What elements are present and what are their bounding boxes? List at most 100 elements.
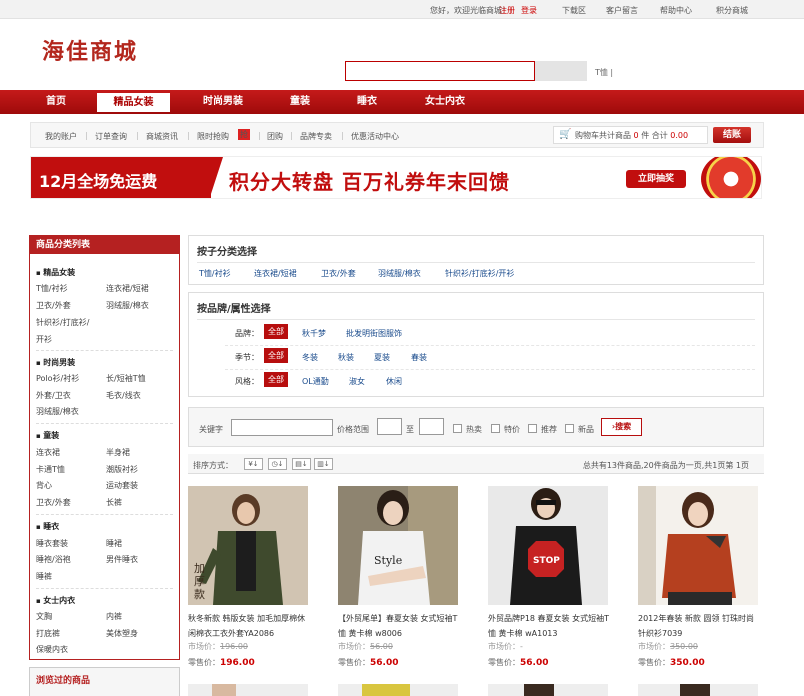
news-link[interactable]: 商城资讯: [146, 131, 178, 142]
season-option[interactable]: 夏装: [374, 352, 390, 363]
price-max-input[interactable]: [419, 418, 444, 435]
subcategory-link[interactable]: 连衣裙/短裙: [254, 268, 297, 279]
checkout-button[interactable]: 结账: [713, 127, 751, 143]
filter-search-button[interactable]: ›搜索: [601, 418, 642, 436]
points-mall-link[interactable]: 积分商城: [716, 5, 748, 16]
nav-kids[interactable]: 童装: [276, 90, 324, 114]
nav-women[interactable]: 精品女装: [97, 93, 170, 112]
category-link[interactable]: 背心: [36, 480, 52, 491]
subcategory-link[interactable]: 卫衣/外套: [321, 268, 356, 279]
sort-by-popular-icon[interactable]: ▥↓: [314, 458, 333, 470]
category-link[interactable]: 针织衫/打底衫/: [36, 317, 89, 328]
product-image[interactable]: Style: [338, 486, 458, 605]
product-image[interactable]: [488, 684, 608, 696]
site-logo[interactable]: 海佳商城: [42, 34, 138, 66]
help-link[interactable]: 帮助中心: [660, 5, 692, 16]
subcategory-link[interactable]: 针织衫/打底衫/开衫: [445, 268, 514, 279]
promo-banner[interactable]: 12月全场免运费 积分大转盘 百万礼券年末回馈 立即抽奖: [30, 156, 762, 199]
category-link[interactable]: 睡裙: [106, 538, 122, 549]
product-name[interactable]: 2012年春装 新款 圆领 钉珠时尚 针织衫7039: [638, 611, 763, 641]
style-all-option[interactable]: 全部: [264, 372, 288, 387]
category-link[interactable]: 连衣裙/短裙: [106, 283, 149, 294]
nav-lingerie[interactable]: 女士内衣: [410, 90, 480, 114]
category-link[interactable]: 打底裤: [36, 628, 60, 639]
product-name[interactable]: 外贸品牌P18 春夏女装 女式短袖T恤 黄卡棉 wA1013: [488, 611, 613, 641]
category-link[interactable]: 长/短袖T恤: [106, 373, 146, 384]
category-link[interactable]: 运动套装: [106, 480, 138, 491]
style-option[interactable]: OL通勤: [302, 376, 329, 387]
style-option[interactable]: 淑女: [349, 376, 365, 387]
category-link[interactable]: 毛衣/线衣: [106, 390, 141, 401]
price-min-input[interactable]: [377, 418, 402, 435]
my-account-link[interactable]: 我的账户: [45, 131, 77, 142]
category-link[interactable]: 美体塑身: [106, 628, 138, 639]
keyword-input[interactable]: [231, 419, 333, 436]
brand-option[interactable]: 批发明街图服饰: [346, 328, 402, 339]
category-link[interactable]: 开衫: [36, 334, 52, 345]
category-link[interactable]: 男件睡衣: [106, 554, 138, 565]
subcategory-link[interactable]: 羽绒服/棉衣: [378, 268, 421, 279]
category-link[interactable]: 卫衣/外套: [36, 497, 71, 508]
promo-center-link[interactable]: 优惠活动中心: [351, 131, 399, 142]
sort-by-sales-icon[interactable]: ▤↓: [292, 458, 311, 470]
search-input[interactable]: [345, 61, 535, 81]
season-option[interactable]: 春装: [411, 352, 427, 363]
new-checkbox[interactable]: [565, 424, 574, 433]
special-checkbox[interactable]: [491, 424, 500, 433]
brand-all-option[interactable]: 全部: [264, 324, 288, 339]
category-link[interactable]: 文胸: [36, 611, 52, 622]
product-image[interactable]: [188, 486, 308, 605]
nav-home[interactable]: 首页: [30, 90, 82, 114]
category-group-kids[interactable]: 童装: [36, 430, 59, 441]
category-link[interactable]: 睡衣套装: [36, 538, 68, 549]
sort-by-time-icon[interactable]: ◷↓: [268, 458, 287, 470]
register-link[interactable]: 注册: [499, 5, 515, 16]
subcategory-link[interactable]: T恤/衬衫: [199, 268, 231, 279]
category-link[interactable]: Polo衫/衬衫: [36, 373, 79, 384]
product-image[interactable]: [638, 486, 758, 605]
sort-by-price-icon[interactable]: ¥↓: [244, 458, 263, 470]
category-link[interactable]: 半身裙: [106, 447, 130, 458]
category-link[interactable]: 内裤: [106, 611, 122, 622]
hot-checkbox[interactable]: [453, 424, 462, 433]
product-image[interactable]: STOP: [488, 486, 608, 605]
season-option[interactable]: 冬装: [302, 352, 318, 363]
download-link[interactable]: 下载区: [562, 5, 586, 16]
category-link[interactable]: 潮版衬衫: [106, 464, 138, 475]
category-link[interactable]: 羽绒服/棉衣: [36, 406, 79, 417]
product-name[interactable]: 【外贸尾单】春夏女装 女式短袖T恤 黄卡棉 w8006: [338, 611, 463, 641]
category-link[interactable]: 连衣裙: [36, 447, 60, 458]
product-image[interactable]: [188, 684, 308, 696]
hot-search-word[interactable]: T恤 |: [595, 67, 613, 78]
login-link[interactable]: 登录: [521, 5, 537, 16]
order-query-link[interactable]: 订单查询: [95, 131, 127, 142]
category-link[interactable]: 睡袍/浴袍: [36, 554, 71, 565]
banner-draw-button[interactable]: 立即抽奖: [626, 170, 686, 188]
category-link[interactable]: T恤/衬衫: [36, 283, 68, 294]
category-link[interactable]: 长裤: [106, 497, 122, 508]
category-link[interactable]: 卡通T恤: [36, 464, 65, 475]
category-group-lingerie[interactable]: 女士内衣: [36, 595, 75, 606]
search-button[interactable]: [535, 61, 587, 81]
message-link[interactable]: 客户留言: [606, 5, 638, 16]
nav-sleepwear[interactable]: 睡衣: [343, 90, 391, 114]
brand-option[interactable]: 秋千梦: [302, 328, 326, 339]
brand-link[interactable]: 品牌专卖: [300, 131, 332, 142]
flash-sale-link[interactable]: 限时抢购: [197, 131, 229, 142]
category-link[interactable]: 外套/卫衣: [36, 390, 71, 401]
category-link[interactable]: 睡裤: [36, 571, 52, 582]
category-link[interactable]: 卫衣/外套: [36, 300, 71, 311]
category-group-sleepwear[interactable]: 睡衣: [36, 521, 59, 532]
product-image[interactable]: [338, 684, 458, 696]
style-option[interactable]: 休闲: [386, 376, 402, 387]
category-group-men[interactable]: 时尚男装: [36, 357, 75, 368]
product-image[interactable]: [638, 684, 758, 696]
category-link[interactable]: 保暖内衣: [36, 644, 68, 655]
season-option[interactable]: 秋装: [338, 352, 354, 363]
category-link[interactable]: 羽绒服/棉衣: [106, 300, 149, 311]
season-all-option[interactable]: 全部: [264, 348, 288, 363]
category-group-women[interactable]: 精品女装: [36, 267, 75, 278]
recommend-checkbox[interactable]: [528, 424, 537, 433]
group-buy-link[interactable]: 团购: [267, 131, 283, 142]
nav-men[interactable]: 时尚男装: [187, 90, 259, 114]
